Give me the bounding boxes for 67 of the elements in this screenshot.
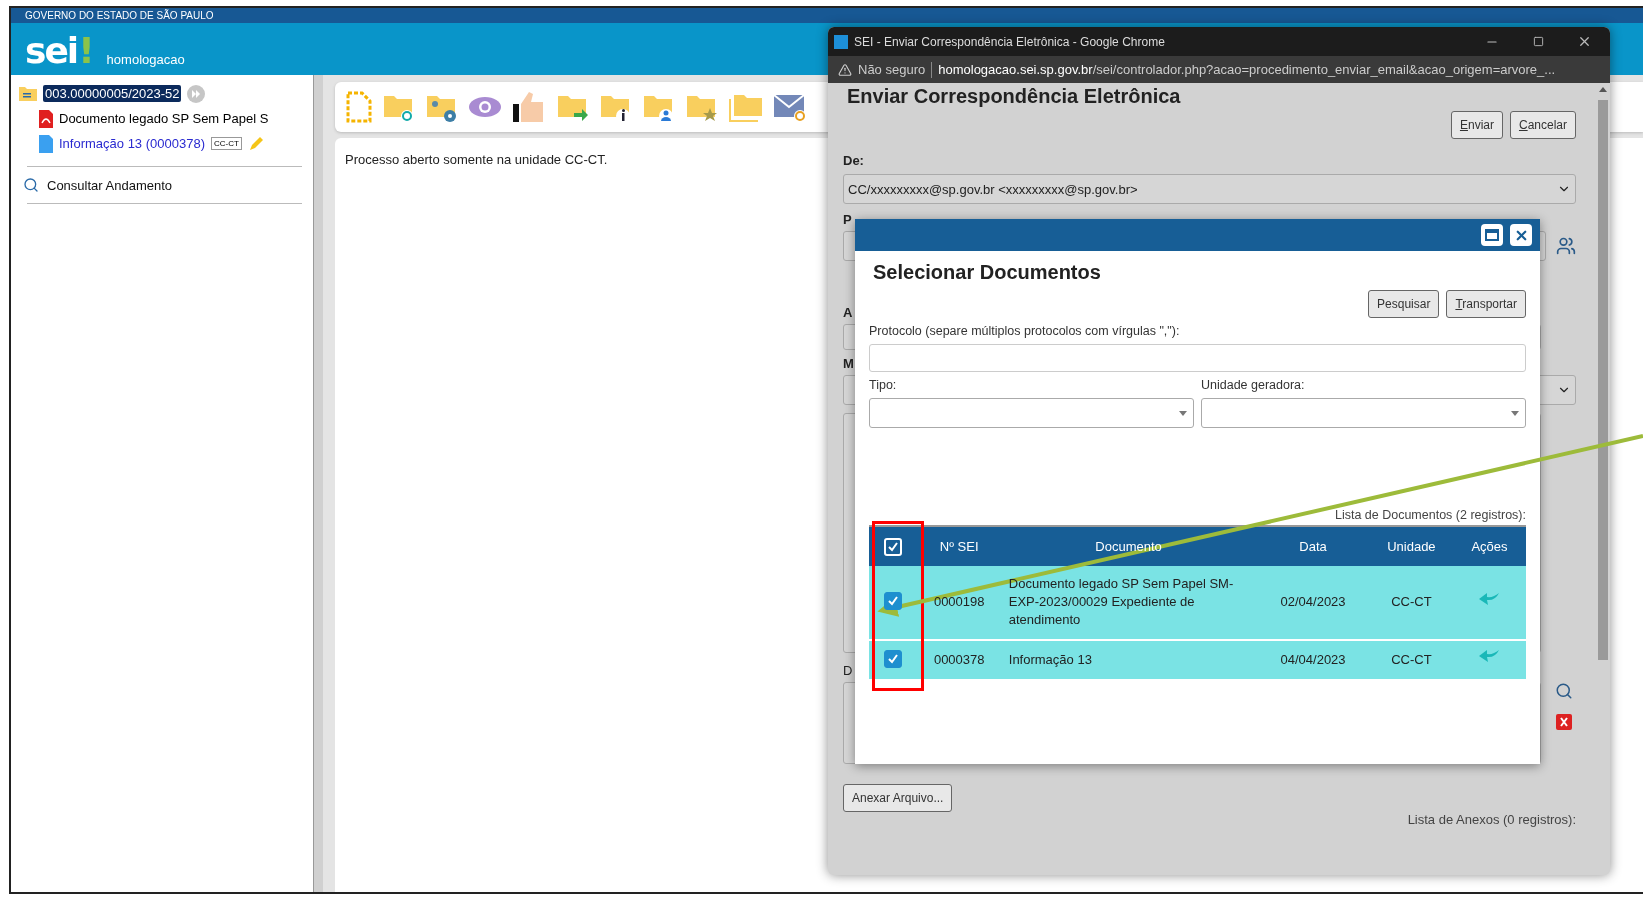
maximize-icon[interactable] <box>1481 224 1503 246</box>
column-header: Ações <box>1471 539 1508 554</box>
sei-logo: sei! <box>25 33 93 69</box>
checkmark-icon <box>887 595 900 608</box>
column-header: Data <box>1299 539 1327 554</box>
table-cell: 0000378 <box>917 639 1001 680</box>
warning-icon <box>838 62 852 77</box>
checkmark-icon <box>887 652 900 665</box>
table-cell: Documento legado SP Sem Papel SM-EXP-2023/00029 Expediente de atendimento <box>1000 566 1257 640</box>
process-number-link[interactable]: 003.00000005/2023-52 <box>43 85 182 102</box>
tipo-label: Tipo: <box>869 378 897 392</box>
scroll-bar[interactable] <box>1596 83 1610 875</box>
protocolo-label: Protocolo (separe múltiplos protocolos com vírgulas ","): <box>869 324 1180 338</box>
dialog-title: Selecionar Documentos <box>873 261 1102 284</box>
table-cell: 04/04/2023 <box>1256 639 1370 680</box>
form-button[interactable]: Cancelar <box>1509 111 1576 139</box>
url-text[interactable]: homologacao.sei.sp.gov.br/sei/controlador.php?acao=procedimento_enviar_email&acao_origem=arvore_... <box>938 62 1556 77</box>
process-message: Processo aberto somente na unidade CC-CT. <box>345 152 608 167</box>
search-icon[interactable] <box>1554 682 1573 700</box>
field-label: D <box>843 663 853 678</box>
column-header: Documento <box>1095 539 1162 554</box>
field-label: M <box>843 356 854 371</box>
select-all-checkbox[interactable] <box>884 537 903 556</box>
remove-icon[interactable] <box>1555 714 1572 730</box>
consultar-andamento-link[interactable]: Consultar Andamento <box>19 177 302 193</box>
tipo-select[interactable] <box>869 398 1194 428</box>
favicon-icon <box>834 34 848 49</box>
table-cell: 02/04/2023 <box>1256 566 1370 640</box>
form-button[interactable]: Enviar <box>1450 111 1503 139</box>
unit-badge: CC-CT <box>211 137 242 150</box>
security-label: Não seguro <box>858 62 926 77</box>
column-header: Unidade <box>1387 539 1436 554</box>
dropdown-triangle-icon <box>1511 410 1519 416</box>
dialog-button[interactable]: Pesquisar <box>1368 290 1440 318</box>
dialog-button[interactable]: Transportar <box>1446 290 1526 318</box>
table-cell: Informação 13 <box>1000 639 1257 680</box>
field-label: De: <box>843 153 864 168</box>
sender-select[interactable]: CC/xxxxxxxxx@sp.gov.br <xxxxxxxxx@sp.gov.br> <box>843 174 1576 204</box>
row-checkbox[interactable] <box>884 649 903 668</box>
attach-file-button[interactable]: Anexar Arquivo... <box>843 784 953 812</box>
government-title: GOVERNO DO ESTADO DE SÃO PAULO <box>11 8 1643 23</box>
window-title: SEI - Enviar Correspondência Eletrônica - Google Chrome <box>854 34 1166 49</box>
unidade-select[interactable] <box>1201 398 1526 428</box>
table-cell: CC-CT <box>1369 639 1453 680</box>
protocolo-input[interactable] <box>869 344 1526 372</box>
row-checkbox[interactable] <box>884 592 903 611</box>
column-header: Nº SEI <box>939 539 979 554</box>
attachments-caption: Lista de Anexos (0 registros): <box>1407 812 1576 827</box>
new-document-icon[interactable] <box>345 91 373 123</box>
table-cell: CC-CT <box>1369 566 1453 640</box>
page-heading: Enviar Correspondência Eletrônica <box>846 84 1182 108</box>
document-link[interactable]: Informação 13 (0000378) <box>59 136 205 151</box>
field-label: P <box>843 212 852 227</box>
process-folder-icon <box>19 86 37 101</box>
list-caption: Lista de Documentos (2 registros): <box>1334 508 1526 522</box>
field-label: A <box>843 305 853 320</box>
search-icon <box>23 177 39 193</box>
document-icon <box>39 134 53 153</box>
table-cell: 0000198 <box>917 566 1001 640</box>
environment-label: homologacao <box>106 52 185 67</box>
checkmark-icon <box>887 540 900 553</box>
dropdown-triangle-icon <box>1179 410 1187 416</box>
close-icon[interactable] <box>1510 224 1532 246</box>
pdf-file-icon <box>39 109 53 128</box>
people-icon[interactable] <box>1556 236 1576 256</box>
document-link[interactable]: Documento legado SP Sem Papel S <box>59 111 269 126</box>
unidade-label: Unidade geradora: <box>1201 378 1305 392</box>
